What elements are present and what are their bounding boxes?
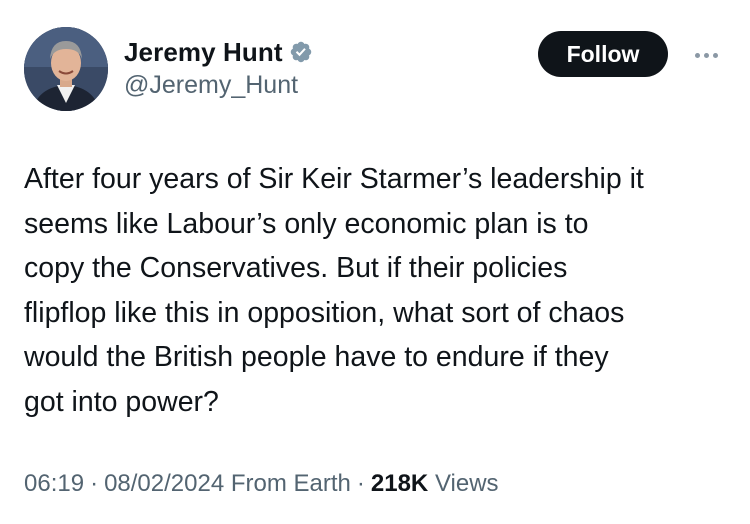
tweet-date[interactable]: 08/02/2024	[104, 470, 224, 497]
author-names: Jeremy Hunt @Jeremy_Hunt	[124, 35, 313, 100]
tweet-location: From Earth	[230, 470, 351, 497]
more-dot	[694, 52, 700, 58]
views-count[interactable]: 218K	[371, 470, 428, 497]
verified-badge-icon[interactable]	[289, 40, 313, 64]
tweet-time[interactable]: 06:19	[24, 470, 84, 497]
more-options-icon[interactable]	[686, 43, 726, 67]
views-label: Views	[434, 470, 499, 497]
more-dot	[712, 52, 718, 58]
meta-separator: ·	[90, 470, 99, 497]
display-name[interactable]: Jeremy Hunt	[124, 37, 283, 68]
avatar-image	[24, 27, 108, 111]
avatar[interactable]	[24, 27, 108, 111]
tweet-header: Jeremy Hunt @Jeremy_Hunt Follow	[24, 27, 726, 113]
author-handle[interactable]: @Jeremy_Hunt	[124, 71, 313, 100]
tweet-card: Jeremy Hunt @Jeremy_Hunt Follow After fo…	[0, 0, 750, 524]
follow-button[interactable]: Follow	[538, 31, 668, 77]
display-name-row: Jeremy Hunt	[124, 35, 313, 69]
tweet-text: After four years of Sir Keir Starmer’s l…	[24, 163, 644, 418]
more-dot	[703, 52, 709, 58]
tweet-meta: 06:19 · 08/02/2024 From Earth · 218K Views	[24, 470, 499, 498]
meta-separator: ·	[356, 470, 365, 497]
